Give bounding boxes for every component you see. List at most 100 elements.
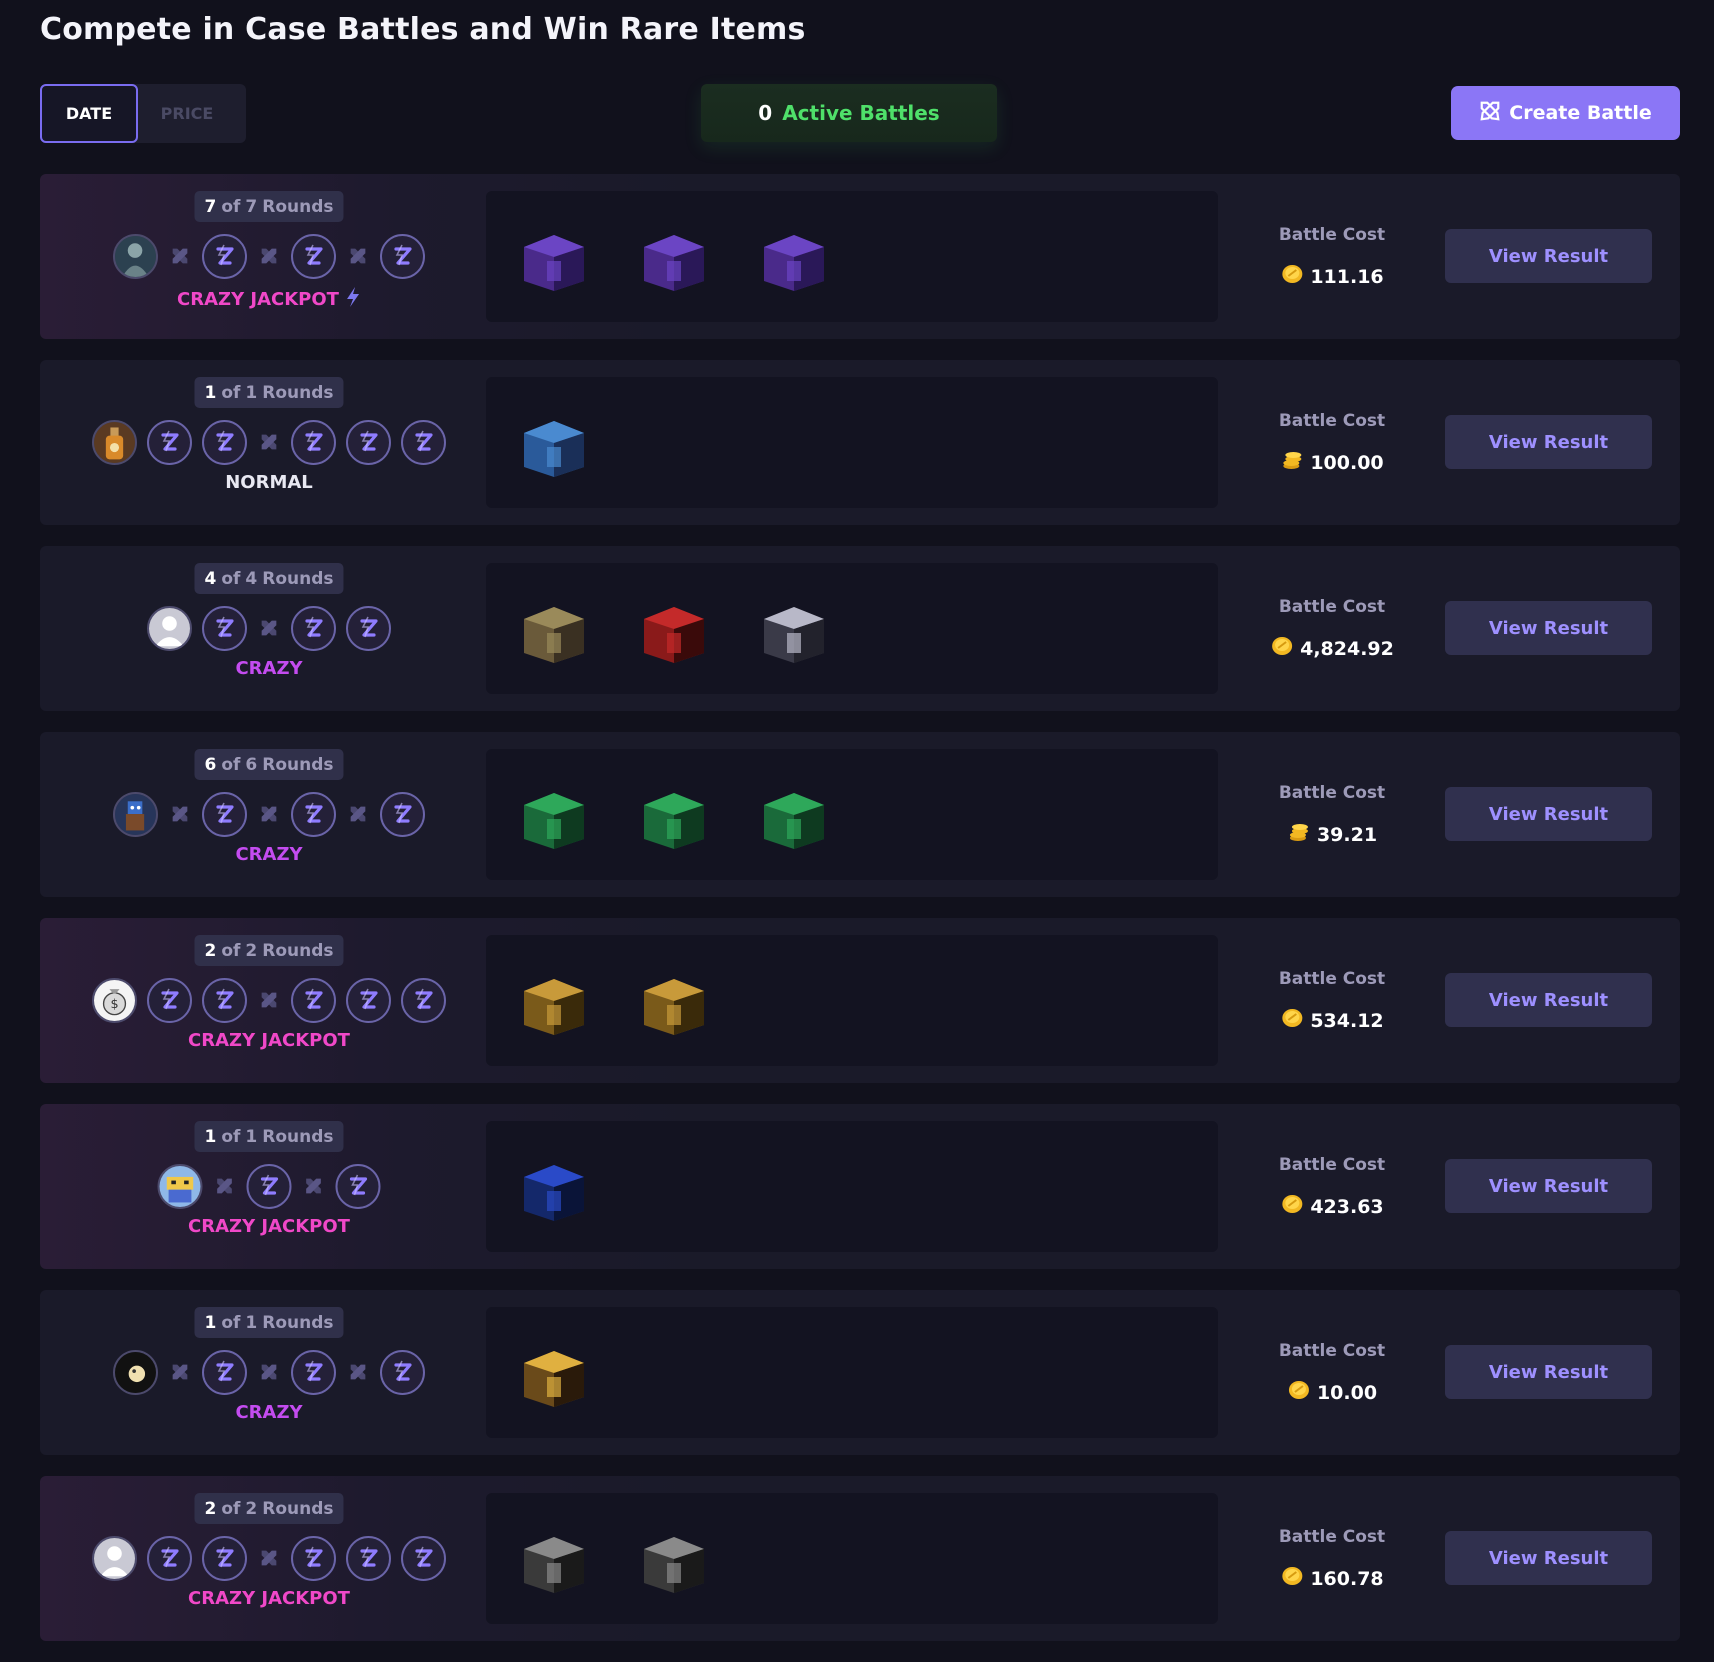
battle-row: 2 of 2 Rounds CRAZY JACKPOT Battle Cost 160.78…	[40, 1476, 1680, 1641]
empty-slot-lightning-icon[interactable]	[202, 419, 247, 465]
sort-by-price-button[interactable]: PRICE	[138, 84, 236, 143]
blocky-avatar-icon[interactable]	[157, 1163, 203, 1209]
rounds-total: 4	[245, 568, 258, 589]
battle-cost-value: 534.12	[1280, 1006, 1384, 1035]
battle-mode-label: CRAZY JACKPOT	[177, 286, 361, 313]
player-slots	[113, 1349, 425, 1395]
battle-row: 1 of 1 Rounds CRAZY Battle Cost 10.00 View Resu…	[40, 1290, 1680, 1455]
empty-slot-lightning-icon[interactable]	[147, 419, 192, 465]
view-result-button[interactable]: View Result	[1445, 229, 1652, 283]
rounds-of: of	[221, 754, 241, 775]
coin-stack-icon	[1280, 448, 1304, 477]
rounds-of: of	[221, 1126, 241, 1147]
empty-slot-lightning-icon[interactable]	[291, 791, 336, 837]
view-result-button[interactable]: View Result	[1445, 1159, 1652, 1213]
battle-mode-label: CRAZY JACKPOT	[188, 1216, 350, 1237]
empty-slot-lightning-icon[interactable]	[291, 419, 336, 465]
rounds-badge: 1 of 1 Rounds	[194, 1307, 344, 1338]
rounds-current: 4	[204, 568, 217, 589]
battle-cost-label: Battle Cost	[1278, 225, 1386, 245]
crossed-swords-icon	[1479, 100, 1501, 127]
character-avatar-icon[interactable]	[113, 791, 158, 837]
empty-slot-lightning-icon[interactable]	[291, 977, 336, 1023]
empty-slot-lightning-icon[interactable]	[401, 977, 446, 1023]
view-result-button[interactable]: View Result	[1445, 1531, 1652, 1585]
empty-slot-lightning-icon[interactable]	[291, 605, 336, 651]
empty-slot-lightning-icon[interactable]	[346, 419, 391, 465]
coin-icon	[1287, 1378, 1311, 1407]
purple-case-icon	[514, 217, 594, 297]
empty-slot-lightning-icon[interactable]	[401, 1535, 446, 1581]
battle-row: 1 of 1 Rounds NORMAL Battle Cost 100.00 View Re…	[40, 360, 1680, 525]
battle-cost-amount: 423.63	[1310, 1195, 1384, 1218]
empty-slot-lightning-icon[interactable]	[380, 1349, 425, 1395]
empty-slot-lightning-icon[interactable]	[202, 1349, 247, 1395]
rounds-total: 2	[245, 1498, 258, 1519]
electric-blue-case-icon	[514, 1147, 594, 1227]
empty-slot-lightning-icon[interactable]	[147, 977, 192, 1023]
battle-mode-label: CRAZY	[235, 1402, 302, 1423]
reaper-case-icon	[634, 589, 714, 669]
empty-slot-lightning-icon[interactable]	[380, 233, 425, 279]
empty-slot-lightning-icon[interactable]	[346, 977, 391, 1023]
empty-slot-lightning-icon[interactable]	[147, 1535, 192, 1581]
rounds-total: 1	[245, 1312, 258, 1333]
rounds-word: Rounds	[262, 754, 334, 775]
view-result-button[interactable]: View Result	[1445, 601, 1652, 655]
view-result-button[interactable]: View Result	[1445, 415, 1652, 469]
battle-cost-amount: 160.78	[1310, 1567, 1384, 1590]
battle-mode-text: CRAZY	[235, 658, 303, 679]
empty-slot-lightning-icon[interactable]	[202, 977, 247, 1023]
rounds-total: 1	[245, 1126, 258, 1147]
view-result-button[interactable]: View Result	[1445, 973, 1652, 1027]
empty-slot-lightning-icon[interactable]	[291, 1349, 336, 1395]
rounds-word: Rounds	[262, 1498, 334, 1519]
empty-slot-lightning-icon[interactable]	[202, 233, 247, 279]
bottle-avatar-icon[interactable]	[92, 419, 137, 465]
empty-slot-lightning-icon[interactable]	[380, 791, 425, 837]
cases-panel	[486, 935, 1218, 1066]
battle-mode-label: CRAZY	[235, 658, 302, 679]
empty-slot-lightning-icon[interactable]	[202, 1535, 247, 1581]
battle-cost-amount: 534.12	[1310, 1009, 1384, 1032]
svg-text:$: $	[110, 997, 118, 1012]
player-slots: $	[92, 977, 446, 1023]
view-result-button[interactable]: View Result	[1445, 1345, 1652, 1399]
blue-case-icon	[514, 403, 594, 483]
versus-swords-icon	[302, 1174, 326, 1198]
cases-panel	[486, 749, 1218, 880]
view-result-button[interactable]: View Result	[1445, 787, 1652, 841]
rounds-total: 1	[245, 382, 258, 403]
cloud-case-icon	[754, 589, 834, 669]
rounds-word: Rounds	[262, 940, 334, 961]
money-bag-avatar-icon[interactable]: $	[92, 977, 137, 1023]
soldier-avatar-icon[interactable]	[113, 233, 158, 279]
battle-cost-amount: 4,824.92	[1300, 637, 1394, 660]
dark-avatar-icon[interactable]	[113, 1349, 158, 1395]
player-slots	[113, 233, 425, 279]
versus-swords-icon	[257, 616, 281, 640]
default-user-avatar-icon[interactable]	[92, 1535, 137, 1581]
page-title: Compete in Case Battles and Win Rare Ite…	[40, 12, 806, 47]
rounds-of: of	[221, 568, 241, 589]
versus-swords-icon	[257, 1546, 281, 1570]
create-battle-button[interactable]: Create Battle	[1451, 86, 1680, 140]
empty-slot-lightning-icon[interactable]	[246, 1163, 292, 1209]
sort-by-date-button[interactable]: DATE	[40, 84, 138, 143]
battle-mode-label: CRAZY JACKPOT	[188, 1588, 350, 1609]
versus-swords-icon	[346, 244, 370, 268]
empty-slot-lightning-icon[interactable]	[202, 605, 247, 651]
empty-slot-lightning-icon[interactable]	[291, 233, 336, 279]
rounds-word: Rounds	[262, 382, 334, 403]
empty-slot-lightning-icon[interactable]	[335, 1163, 381, 1209]
empty-slot-lightning-icon[interactable]	[202, 791, 247, 837]
default-user-avatar-icon[interactable]	[147, 605, 192, 651]
empty-slot-lightning-icon[interactable]	[401, 419, 446, 465]
empty-slot-lightning-icon[interactable]	[346, 605, 391, 651]
player-slots	[92, 1535, 446, 1581]
versus-swords-icon	[257, 1360, 281, 1384]
empty-slot-lightning-icon[interactable]	[346, 1535, 391, 1581]
rounds-current: 6	[204, 754, 217, 775]
empty-slot-lightning-icon[interactable]	[291, 1535, 336, 1581]
battle-row: 4 of 4 Rounds CRAZY Battle Cost 4,824.92 View R…	[40, 546, 1680, 711]
